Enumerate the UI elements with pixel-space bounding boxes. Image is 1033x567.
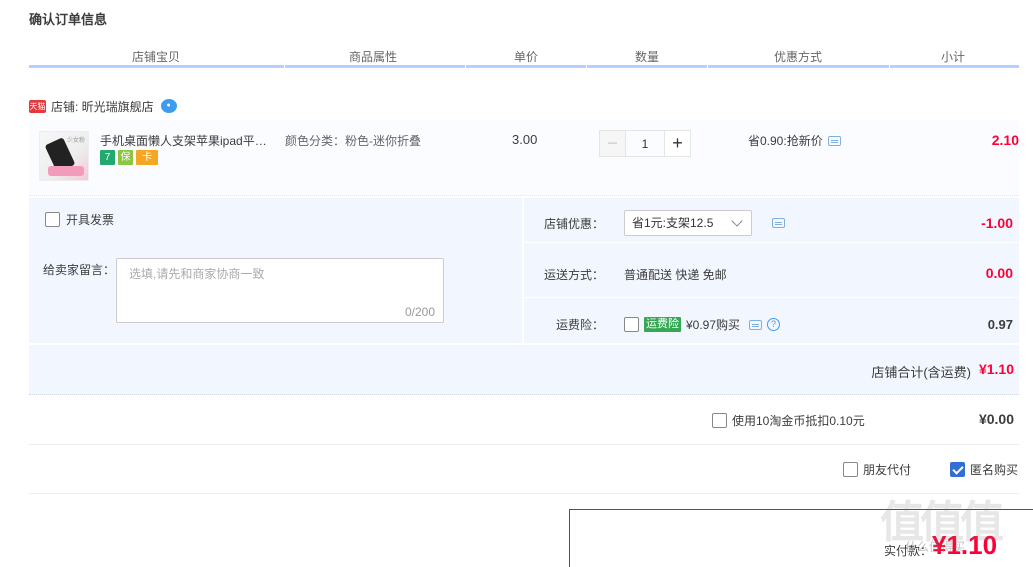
item-thumbnail[interactable]: 少女粉 [39,131,89,181]
shop-row: 天猫 店铺: 昕光瑞旗舰店 ● [29,97,177,115]
shop-total-label: 店铺合计(含运费) [871,365,971,380]
page-title: 确认订单信息 [29,12,108,27]
shop-total-value: ¥1.10 [978,361,1014,377]
item-attribute: 颜色分类：粉色-迷你折叠 [285,134,421,148]
invoice-label: 开具发票 [66,213,115,227]
seller-message-input[interactable]: 选填,请先和商家协商一致 0/200 [116,258,444,323]
item-name-link[interactable]: 手机桌面懒人支架苹果ipad平板电脑支架 [100,132,275,149]
quantity-stepper: − 1 + [599,130,691,157]
shop-coupon-selected: 省1元:支架12.5 [632,216,714,230]
item-promo: 省0.90:抢新价 [748,132,841,149]
friend-pay-option[interactable]: 朋友代付 [843,461,911,478]
chevron-down-icon [731,215,743,227]
freight-insurance-amount: 0.97 [987,317,1013,332]
help-icon[interactable]: ? [767,318,781,331]
taojinbi-checkbox[interactable] [712,413,727,428]
tmall-icon: 天猫 [29,99,46,113]
friend-pay-checkbox[interactable] [843,462,858,477]
friend-pay-label: 朋友代付 [863,463,912,477]
item-subtotal: 2.10 [991,132,1019,148]
anonymous-purchase-option[interactable]: 匿名购买 [950,461,1018,478]
shop-coupon-select[interactable]: 省1元:支架12.5 [624,210,752,236]
column-header-attr: 商品属性 [349,50,398,64]
message-icon[interactable] [749,319,763,330]
anonymous-purchase-checkbox[interactable] [950,462,965,477]
taojinbi-value: ¥0.00 [978,411,1014,427]
shipping-label: 运送方式： [544,268,605,282]
taojinbi-label: 使用10淘金币抵扣0.10元 [732,414,865,428]
watermark-text: 什么值得买 [905,540,966,554]
divider [29,493,1019,494]
card-pay-icon[interactable]: 卡 [136,150,158,165]
seven-day-return-icon[interactable]: 7 [100,150,115,165]
column-header-qty: 数量 [635,50,660,64]
freight-insurance-label: 运费险： [555,318,604,332]
invoice-checkbox[interactable] [45,212,60,227]
message-icon[interactable] [827,135,841,146]
shipping-method: 普通配送 快递 免邮 [624,268,727,282]
seller-message-count: 0/200 [404,305,435,319]
freight-insurance-text: ¥0.97购买 [686,318,741,332]
promo-text: 省0.90:抢新价 [748,134,823,148]
invoice-option[interactable]: 开具发票 [45,211,114,228]
column-header-price: 单价 [514,50,539,64]
freight-insurance-option[interactable]: 运费险 ¥0.97购买 ? [624,316,781,333]
taojinbi-option[interactable]: 使用10淘金币抵扣0.10元 [712,412,865,429]
item-badges: 7 保 卡 [100,150,158,165]
anonymous-purchase-label: 匿名购买 [970,463,1019,477]
qty-input[interactable]: 1 [626,130,664,157]
guarantee-icon[interactable]: 保 [118,150,133,165]
seller-message-placeholder: 选填,请先和商家协商一致 [129,267,265,281]
chat-icon[interactable]: ● [160,99,177,113]
shop-name-link[interactable]: 店铺: 昕光瑞旗舰店 [51,98,154,115]
item-unit-price: 3.00 [512,132,538,147]
qty-increase-button[interactable]: + [664,130,691,157]
seller-message-label: 给卖家留言： [43,263,116,277]
freight-insurance-checkbox[interactable] [624,317,639,332]
table-header: 店铺宝贝 商品属性 单价 数量 优惠方式 小计 [29,46,1019,68]
column-header-shop-item: 店铺宝贝 [132,50,181,64]
divider [29,444,1019,445]
qty-decrease-button[interactable]: − [599,130,626,157]
shop-coupon-label: 店铺优惠： [544,217,605,231]
message-icon[interactable] [772,218,785,228]
shop-coupon-amount: -1.00 [981,215,1013,231]
column-header-promo: 优惠方式 [774,50,823,64]
column-header-subtotal: 小计 [941,50,966,64]
freight-insurance-tag: 运费险 [644,317,681,332]
shipping-amount: 0.00 [985,265,1013,281]
